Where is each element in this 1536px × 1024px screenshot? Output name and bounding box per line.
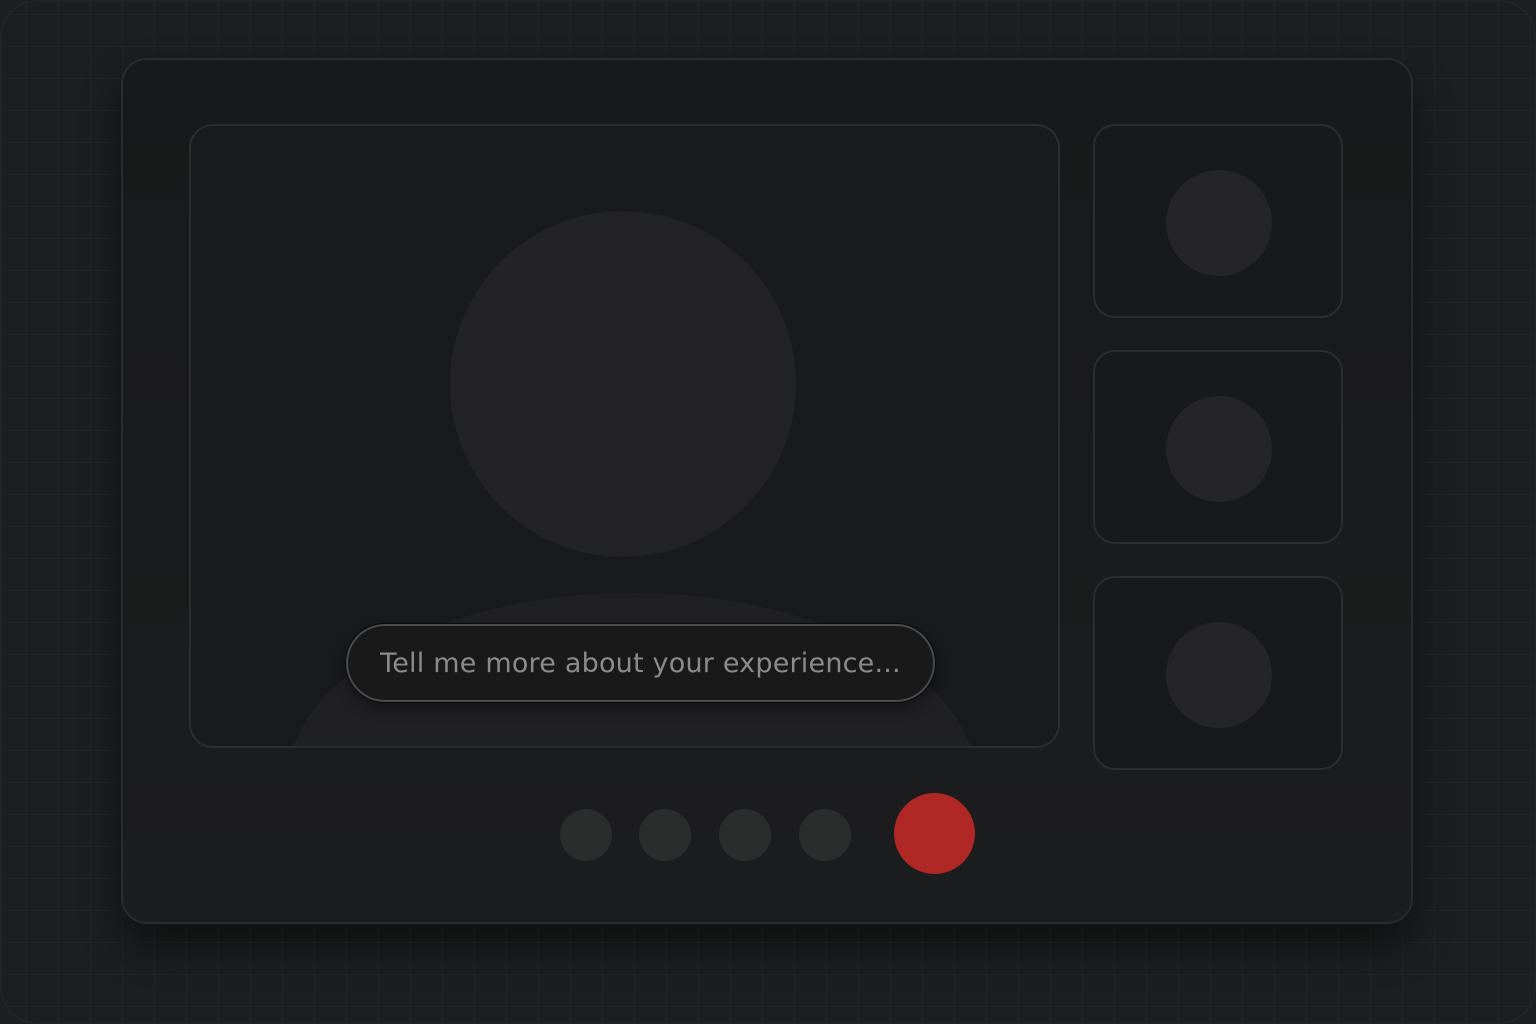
control-button-4[interactable] <box>799 809 851 861</box>
end-call-button[interactable] <box>894 793 975 874</box>
control-button-2[interactable] <box>639 809 691 861</box>
participant-thumbnail-3[interactable] <box>1093 576 1343 770</box>
participant-thumbnail-1[interactable] <box>1093 124 1343 318</box>
caption-text: Tell me more about your experience... <box>380 647 901 679</box>
participant-avatar <box>1166 170 1272 276</box>
control-button-3[interactable] <box>719 809 771 861</box>
participant-avatar <box>1166 396 1272 502</box>
main-speaker-avatar-head <box>450 211 796 557</box>
live-caption: Tell me more about your experience... <box>346 624 935 702</box>
control-button-1[interactable] <box>560 809 612 861</box>
participant-thumbnail-2[interactable] <box>1093 350 1343 544</box>
participant-avatar <box>1166 622 1272 728</box>
